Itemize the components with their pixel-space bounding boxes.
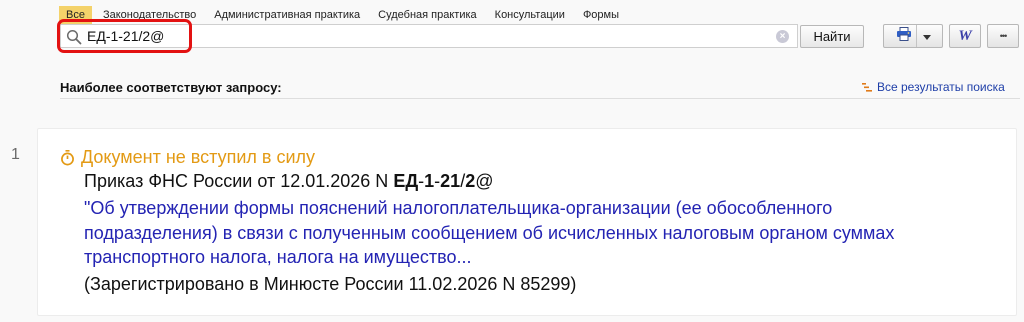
title-token: @ xyxy=(475,171,494,191)
list-icon xyxy=(862,82,872,92)
title-token: ЕД xyxy=(393,171,419,191)
word-icon: W xyxy=(958,27,972,44)
tab-forms[interactable]: Формы xyxy=(574,6,628,24)
document-link[interactable]: "Об утверждении формы пояснений налогопл… xyxy=(84,196,964,270)
title-token: 2 xyxy=(465,171,476,191)
word-export-button[interactable]: W xyxy=(949,24,981,48)
tab-legislation[interactable]: Законодательство xyxy=(94,6,205,24)
status-line: Документ не вступил в силу xyxy=(60,147,315,168)
search-bar: × xyxy=(60,24,798,48)
status-text: Документ не вступил в силу xyxy=(81,147,316,167)
search-icon xyxy=(66,29,82,45)
all-results-link[interactable]: Все результаты поиска xyxy=(862,80,1005,94)
registration-note: (Зарегистрировано в Минюсте России 11.02… xyxy=(84,274,577,294)
document-title-prefix: Приказ ФНС России от 12.01.2026 N xyxy=(84,171,394,191)
tab-court-practice[interactable]: Судебная практика xyxy=(369,6,485,24)
search-input[interactable] xyxy=(87,27,767,45)
result-number: 1 xyxy=(11,146,20,163)
document-title: Приказ ФНС России от 12.01.2026 N ЕД-1-2… xyxy=(84,171,494,192)
toolbar-separator xyxy=(915,25,917,47)
printer-icon xyxy=(896,26,912,46)
title-token: 1 xyxy=(424,171,435,191)
all-results-label: Все результаты поиска xyxy=(877,80,1005,94)
find-button[interactable]: Найти xyxy=(800,25,864,48)
stopwatch-icon xyxy=(61,149,74,165)
tab-all[interactable]: Все xyxy=(59,6,92,24)
more-button[interactable]: ••• xyxy=(987,24,1019,48)
clear-icon[interactable]: × xyxy=(776,30,789,43)
search-tabs: Все Законодательство Административная пр… xyxy=(59,6,628,24)
title-token: 21 xyxy=(440,171,461,191)
section-title: Наиболее соответствуют запросу: xyxy=(60,80,282,95)
chevron-down-icon[interactable] xyxy=(922,27,931,45)
tab-administrative-practice[interactable]: Административная практика xyxy=(205,6,369,24)
divider xyxy=(60,98,1020,99)
more-icon: ••• xyxy=(999,31,1008,41)
print-button[interactable] xyxy=(883,24,943,48)
tab-consultations[interactable]: Консультации xyxy=(486,6,574,24)
